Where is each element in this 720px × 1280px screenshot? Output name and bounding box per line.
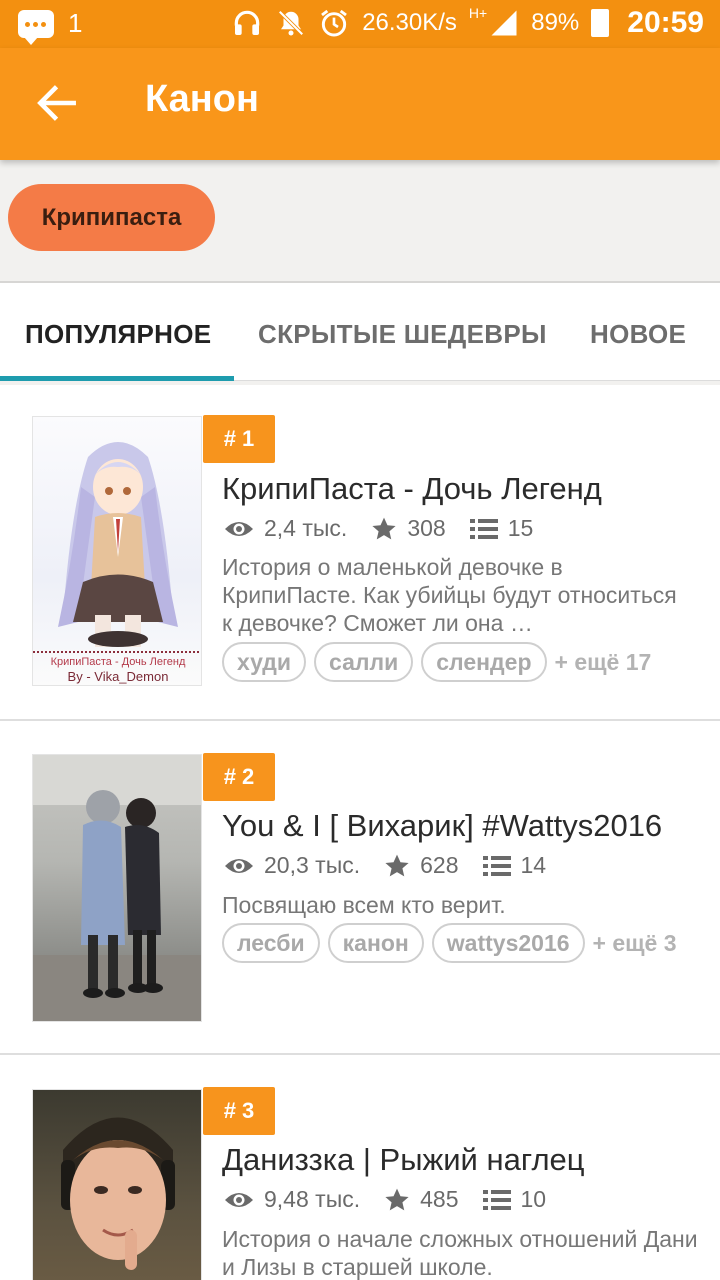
votes-stat: 485 [384, 1186, 459, 1213]
reads-count: 9,48 тыс. [264, 1186, 361, 1212]
eye-icon [225, 521, 253, 536]
message-notification-icon [18, 9, 54, 45]
story-title[interactable]: You & I [ Вихарик] #Wattys2016 [222, 808, 712, 844]
story-title[interactable]: КрипиПаста - Дочь Легенд [222, 471, 712, 507]
eye-icon [225, 1192, 253, 1207]
story-description: История о начале сложных отношений Дани … [222, 1226, 698, 1280]
app-bar: Канон [0, 48, 720, 160]
cover-author: By - Vika_Demon [67, 669, 169, 684]
notification-count: 1 [68, 8, 83, 38]
tab-new[interactable]: НОВОЕ [590, 319, 686, 350]
cover-caption: КрипиПаста - Дочь Легенд [33, 651, 201, 668]
votes-count: 308 [407, 515, 446, 541]
list-icon [469, 518, 498, 539]
story-tags: лесби канон wattys2016 + ещё 3 [222, 923, 677, 963]
rank-badge: # 3 [203, 1087, 275, 1135]
more-tags[interactable]: + ещё 17 [555, 649, 652, 676]
parts-count: 14 [520, 852, 547, 878]
parts-count: 10 [520, 1186, 547, 1212]
tab-popular[interactable]: ПОПУЛЯРНОЕ [25, 319, 211, 350]
battery-percent: 89% [531, 9, 580, 36]
votes-stat: 628 [384, 852, 459, 879]
couple-photo [33, 755, 201, 1021]
eye-icon [225, 858, 253, 873]
reads-stat: 9,48 тыс. [224, 1186, 360, 1213]
bell-off-icon [278, 10, 304, 36]
alarm-icon [321, 9, 348, 37]
reads-stat: 2,4 тыс. [224, 515, 347, 542]
tag-chip[interactable]: худи [222, 642, 307, 682]
headphones-icon [234, 10, 260, 35]
reads-count: 2,4 тыс. [264, 515, 348, 541]
story-stats: 20,3 тыс. 628 14 [224, 852, 570, 879]
votes-stat: 308 [371, 515, 446, 542]
reads-stat: 20,3 тыс. [224, 852, 360, 879]
tag-chip[interactable]: wattys2016 [431, 923, 585, 963]
status-bar: 1 26.30K/s H+ 89% 20:59 [0, 0, 720, 48]
parts-stat: 10 [482, 1186, 547, 1213]
story-cover[interactable] [32, 754, 202, 1022]
votes-count: 628 [420, 852, 459, 878]
tag-chip-kripipasta[interactable]: Крипипаста [8, 184, 215, 251]
story-description: История о маленькой девочке в КрипиПасте… [222, 554, 677, 636]
votes-count: 485 [420, 1186, 459, 1212]
signal-icon [491, 10, 517, 36]
story-card[interactable]: КрипиПаста - Дочь Легенд By - Vika_Demon… [0, 385, 720, 721]
tab-bar: ПОПУЛЯРНОЕ СКРЫТЫЕ ШЕДЕВРЫ НОВОЕ [0, 281, 720, 381]
tab-indicator [0, 376, 234, 381]
story-description: Посвящаю всем кто верит. [222, 892, 506, 918]
clock: 20:59 [627, 6, 704, 39]
story-title[interactable]: Даниззка | Рыжий наглец [222, 1142, 712, 1178]
reads-count: 20,3 тыс. [264, 852, 361, 878]
battery-icon [591, 9, 610, 37]
arrow-left-icon[interactable] [32, 78, 82, 128]
story-stats: 2,4 тыс. 308 15 [224, 515, 557, 542]
story-cover[interactable] [32, 1089, 202, 1280]
person-photo [61, 1117, 175, 1270]
star-icon [372, 517, 396, 539]
anime-girl-illustration [58, 442, 178, 647]
more-tags[interactable]: + ещё 3 [593, 930, 677, 957]
tag-chip[interactable]: канон [327, 923, 424, 963]
rank-badge: # 2 [203, 753, 275, 801]
list-icon [482, 855, 511, 876]
parts-stat: 15 [469, 515, 534, 542]
rank-badge: # 1 [203, 415, 275, 463]
star-icon [385, 1188, 409, 1210]
story-card[interactable]: # 2 You & I [ Вихарик] #Wattys2016 20,3 … [0, 721, 720, 1055]
story-cover[interactable]: КрипиПаста - Дочь Легенд By - Vika_Demon [32, 416, 202, 686]
star-icon [385, 854, 409, 876]
page-title: Канон [145, 78, 259, 120]
parts-stat: 14 [482, 852, 547, 879]
tag-chip[interactable]: лесби [222, 923, 320, 963]
tab-hidden-gems[interactable]: СКРЫТЫЕ ШЕДЕВРЫ [258, 319, 547, 350]
tag-chip[interactable]: слендер [421, 642, 547, 682]
parts-count: 15 [507, 515, 534, 541]
list-icon [482, 1189, 511, 1210]
network-speed: 26.30K/s [362, 9, 457, 36]
tag-chip[interactable]: салли [314, 642, 414, 682]
story-tags: худи салли слендер + ещё 17 [222, 642, 651, 682]
story-card[interactable]: # 3 Даниззка | Рыжий наглец 9,48 тыс. 48… [0, 1055, 720, 1280]
story-stats: 9,48 тыс. 485 10 [224, 1186, 570, 1213]
network-type: H+ [468, 5, 488, 21]
